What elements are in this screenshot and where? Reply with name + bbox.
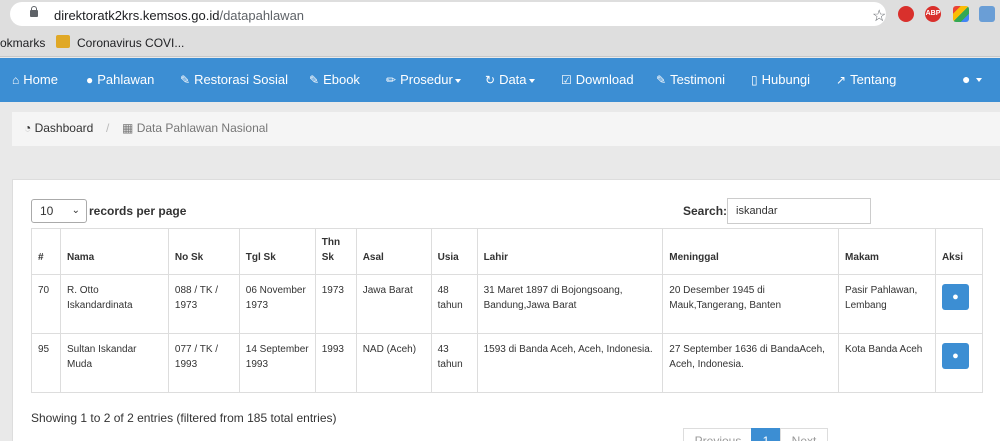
user-icon: ● [86,73,94,87]
cell-usia: 48 tahun [430,274,478,334]
breadcrumb-separator: / [106,121,110,135]
lock-icon [30,6,38,17]
cell-tgl-sk: 14 September 1993 [238,333,316,393]
extension-colorful-icon[interactable] [953,6,969,22]
cell-lahir: 1593 di Banda Aceh, Aceh, Indonesia. [476,333,664,393]
pagination-next[interactable]: Next [780,428,828,441]
pencil-icon: ✏ [386,73,397,87]
cell-no: 70 [31,274,61,334]
search-label: Search: [683,204,728,218]
nav-restorasi-sosial[interactable]: ✎ Restorasi Sosial [180,72,288,87]
cell-nama: R. Otto Iskandardinata [59,274,169,334]
cell-nama: Sultan Iskandar Muda [59,333,169,393]
col-header-thn-sk[interactable]: Thn Sk [314,228,357,275]
view-profile-button[interactable]: ● [941,284,969,310]
search-input[interactable]: iskandar [727,198,871,224]
cell-no-sk: 077 / TK / 1993 [167,333,240,393]
chevron-down-icon: ⌄ [71,205,80,216]
cell-no: 95 [31,333,61,393]
cell-meninggal: 20 Desember 1945 di Mauk,Tangerang, Bant… [662,274,840,334]
view-profile-button[interactable]: ● [941,343,969,369]
col-header-no[interactable]: # [31,228,61,275]
nav-prosedur[interactable]: ✏ Prosedur [386,72,461,87]
bookmark-star-icon[interactable]: ☆ [872,6,886,26]
cell-thn-sk: 1993 [314,333,357,393]
cell-lahir: 31 Maret 1897 di Bojongsoang, Bandung,Ja… [476,274,664,334]
refresh-icon: ↻ [485,73,496,87]
cell-makam: Pasir Pahlawan, Lembang [838,274,936,334]
table-row: 70 R. Otto Iskandardinata 088 / TK / 197… [31,274,984,334]
pahlawan-table: # Nama No Sk Tgl Sk Thn Sk Asal Usia Lah… [31,228,984,393]
share-icon: ↗ [836,73,847,87]
table-icon: ▦ [122,121,134,135]
table-row: 95 Sultan Iskandar Muda 077 / TK / 1993 … [31,333,984,393]
cell-no-sk: 088 / TK / 1973 [167,274,240,334]
col-header-tgl-sk[interactable]: Tgl Sk [238,228,316,275]
breadcrumb-current: ▦ Data Pahlawan Nasional [122,121,269,135]
col-header-asal[interactable]: Asal [355,228,432,275]
cell-meninggal: 27 September 1636 di BandaAceh, Aceh, In… [662,333,840,393]
check-icon: ☑ [561,73,572,87]
user-icon: ● [952,350,959,362]
cell-aksi: ● [934,274,984,334]
nav-ebook[interactable]: ✎ Ebook [309,72,360,87]
chevron-down-icon [528,78,535,83]
extension-red-icon[interactable] [898,6,914,22]
breadcrumb-dashboard[interactable]: ◔ Dashboard [24,121,93,135]
cell-asal: NAD (Aceh) [355,333,432,393]
cell-makam: Kota Banda Aceh [838,333,936,393]
cell-tgl-sk: 06 November 1973 [238,274,316,334]
url-field[interactable]: direktoratk2krs.kemsos.go.id/datapahlawa… [10,2,886,26]
pagination-previous[interactable]: Previous [683,428,753,441]
dashboard-icon: ◔ [24,121,32,135]
user-icon: ● [952,291,959,303]
user-menu-icon[interactable]: ● [962,71,983,87]
nav-download[interactable]: ☑ Download [561,72,634,87]
col-header-lahir[interactable]: Lahir [476,228,664,275]
browser-address-bar: direktoratk2krs.kemsos.go.id/datapahlawa… [0,0,1000,28]
bookmark-item[interactable]: okmarks [0,36,45,50]
nav-data[interactable]: ↻ Data [485,72,535,87]
cell-aksi: ● [934,333,984,393]
bookmarks-bar: okmarks Coronavirus COVI... [0,28,1000,57]
chevron-down-icon [454,78,461,83]
edit-icon: ✎ [180,73,191,87]
extension-blue-icon[interactable] [979,6,995,22]
nav-hubungi[interactable]: ▯ Hubungi [751,72,810,87]
col-header-aksi: Aksi [934,228,984,275]
nav-pahlawan[interactable]: ● Pahlawan [86,72,154,87]
pagination-page-1[interactable]: 1 [751,428,781,441]
cell-thn-sk: 1973 [314,274,357,334]
edit-icon: ✎ [309,73,320,87]
bookmark-favicon-icon [56,35,70,48]
url-text: direktoratk2krs.kemsos.go.id/datapahlawa… [54,8,305,23]
cell-asal: Jawa Barat [355,274,432,334]
home-icon: ⌂ [12,73,20,87]
cell-usia: 43 tahun [430,333,478,393]
col-header-nama[interactable]: Nama [59,228,169,275]
edit-icon: ✎ [656,73,667,87]
col-header-no-sk[interactable]: No Sk [167,228,240,275]
breadcrumb: ◔ Dashboard / ▦ Data Pahlawan Nasional [12,112,1000,146]
data-panel: 10 ⌄ records per page Search: iskandar #… [12,179,1000,441]
col-header-usia[interactable]: Usia [430,228,478,275]
table-info: Showing 1 to 2 of 2 entries (filtered fr… [31,411,337,425]
nav-testimoni[interactable]: ✎ Testimoni [656,72,725,87]
nav-tentang[interactable]: ↗ Tentang [836,72,896,87]
col-header-makam[interactable]: Makam [838,228,936,275]
table-header-row: # Nama No Sk Tgl Sk Thn Sk Asal Usia Lah… [31,228,984,275]
bookmark-item[interactable]: Coronavirus COVI... [77,36,184,50]
chevron-down-icon [976,78,983,83]
adblock-extension-icon[interactable]: ABP [925,6,941,22]
nav-home[interactable]: ⌂ Home [12,72,58,87]
main-navbar: ⌂ Home ● Pahlawan ✎ Restorasi Sosial ✎ Ebook… [0,58,1000,102]
phone-icon: ▯ [751,73,758,87]
records-per-page-label: records per page [89,204,187,218]
col-header-meninggal[interactable]: Meninggal [662,228,840,275]
page-length-select[interactable]: 10 ⌄ [31,199,87,223]
